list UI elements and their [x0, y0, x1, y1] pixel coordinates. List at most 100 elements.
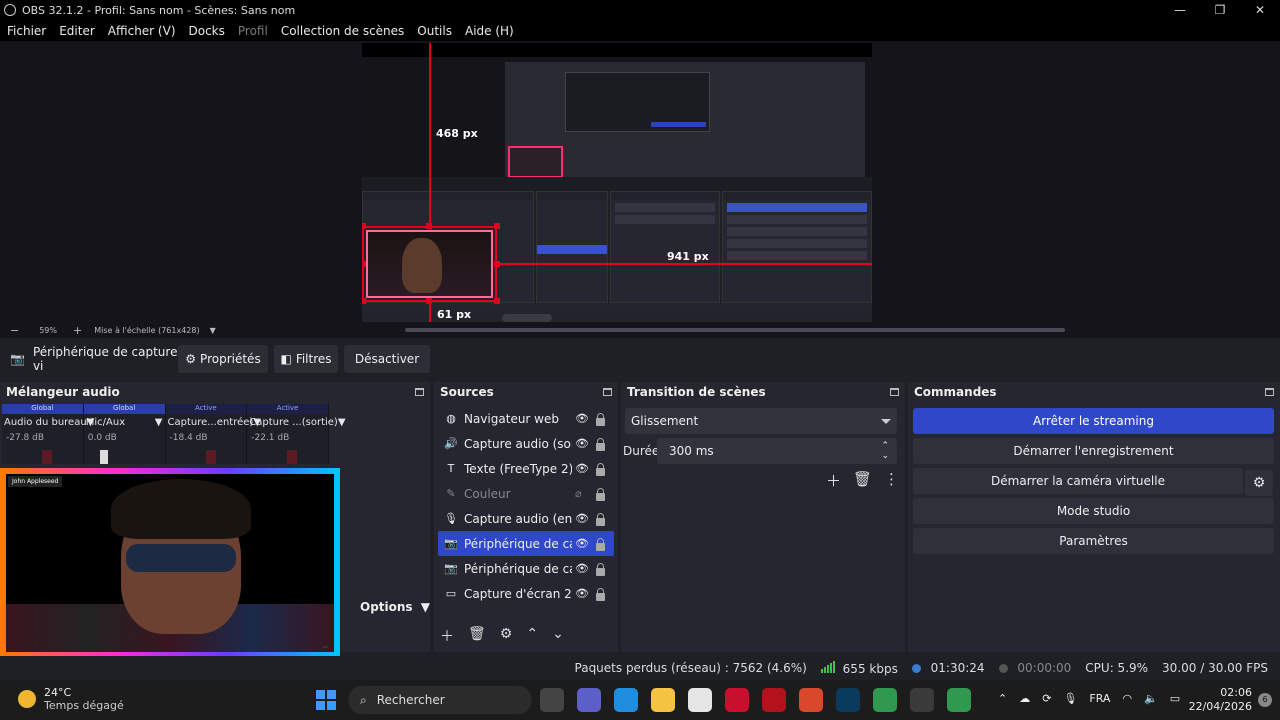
transition-select[interactable]: Glissement [625, 408, 897, 434]
deactivate-button[interactable]: Désactiver [344, 345, 430, 373]
obs-icon[interactable] [910, 688, 934, 712]
undock-icon[interactable] [1265, 388, 1274, 396]
preview-horizontal-scrollbar[interactable] [405, 328, 1065, 332]
resize-handle[interactable] [494, 261, 500, 267]
add-transition-button[interactable]: ＋ [826, 470, 841, 491]
volume-icon[interactable]: 🔈 [1144, 692, 1158, 705]
resize-handle[interactable] [362, 223, 366, 229]
lock-icon[interactable] [596, 588, 605, 601]
resize-handle[interactable] [426, 298, 432, 304]
mcafee-icon[interactable] [762, 688, 786, 712]
close-button[interactable]: ✕ [1240, 0, 1280, 20]
eye-icon[interactable]: 👁 [575, 562, 589, 575]
menu-edit[interactable]: Editer [52, 24, 101, 38]
taskbar-search[interactable]: ⌕ Rechercher [348, 686, 532, 714]
duration-field[interactable]: 300 ms ⌃ ⌄ [657, 438, 897, 464]
studio-mode-button[interactable]: Mode studio [913, 498, 1274, 524]
stop-streaming-button[interactable]: Arrêter le streaming [913, 408, 1274, 434]
remove-source-button[interactable]: 🗑 [468, 626, 486, 646]
resize-handle[interactable] [426, 223, 432, 229]
cloud-icon[interactable]: ☁ [1019, 692, 1030, 705]
chevron-up-icon[interactable]: ⌃ [998, 692, 1007, 705]
eye-icon[interactable]: 👁 [575, 437, 589, 450]
menu-scene-collection[interactable]: Collection de scènes [274, 24, 410, 38]
remove-transition-button[interactable]: 🗑 [853, 470, 872, 491]
undock-icon[interactable] [415, 388, 424, 396]
wifi-icon[interactable]: ◠ [1122, 692, 1132, 705]
eye-icon[interactable]: 👁 [575, 537, 589, 550]
selected-source-box[interactable] [362, 226, 497, 302]
lock-icon[interactable] [596, 438, 605, 451]
source-properties-button[interactable]: ⚙ [500, 626, 513, 646]
menu-tools[interactable]: Outils [410, 24, 458, 38]
eye-icon[interactable]: 👁 [575, 587, 589, 600]
start-virtual-camera-button[interactable]: Démarrer la caméra virtuelle [913, 468, 1243, 494]
settings-button[interactable]: Paramètres [913, 528, 1274, 554]
lock-icon[interactable] [596, 488, 605, 501]
eye-icon[interactable]: 👁 [575, 462, 589, 475]
microphone-icon[interactable]: 🎙 [1063, 692, 1077, 705]
virtual-camera-settings-button[interactable]: ⚙ [1245, 470, 1273, 496]
move-down-button[interactable]: ⌄ [552, 626, 564, 646]
mixer-options-button[interactable]: Options ▼ [360, 600, 430, 614]
add-source-button[interactable]: ＋ [440, 626, 454, 646]
maximize-button[interactable]: ❐ [1200, 0, 1240, 20]
menu-help[interactable]: Aide (H) [458, 24, 520, 38]
properties-button[interactable]: ⚙ Propriétés [178, 345, 268, 373]
menu-view[interactable]: Afficher (V) [101, 24, 182, 38]
preview-canvas[interactable]: 468 px 941 px 61 px [362, 43, 872, 324]
channel-name[interactable]: Audio du bureau ▼ [2, 414, 94, 431]
source-item-selected[interactable]: 📷 Périphérique de capt 👁 [438, 531, 614, 556]
clock[interactable]: 02:06 22/04/2026 [1189, 686, 1252, 714]
eye-icon[interactable]: 👁 [575, 512, 589, 525]
spinner-arrows-icon[interactable]: ⌃ ⌄ [881, 441, 889, 461]
menu-docks[interactable]: Docks [182, 24, 231, 38]
file-explorer-icon[interactable] [651, 688, 675, 712]
resize-handle[interactable] [362, 261, 366, 267]
lock-icon[interactable] [596, 513, 605, 526]
channel-name[interactable]: Mic/Aux ▼ [84, 414, 165, 431]
lock-icon[interactable] [596, 463, 605, 476]
scale-mode-dropdown-icon[interactable]: ▼ [210, 326, 216, 335]
disney-icon[interactable] [836, 688, 860, 712]
language-indicator[interactable]: FRA [1089, 692, 1110, 705]
undock-icon[interactable] [603, 388, 612, 396]
lock-icon[interactable] [596, 413, 605, 426]
app-p-icon[interactable] [799, 688, 823, 712]
weather-widget[interactable]: 24°C Temps dégagé [18, 686, 124, 712]
source-item[interactable]: 📷 Périphérique de capt 👁 [438, 556, 614, 581]
zoom-in-button[interactable]: + [73, 324, 82, 337]
channel-name[interactable]: Capture...entrée) ▼ [166, 414, 262, 431]
move-up-button[interactable]: ⌃ [526, 626, 538, 646]
resize-handle[interactable] [362, 298, 366, 304]
lock-icon[interactable] [596, 538, 605, 551]
chrome-icon[interactable] [873, 688, 897, 712]
sync-icon[interactable]: ⟳ [1042, 692, 1051, 705]
lock-icon[interactable] [596, 563, 605, 576]
undock-icon[interactable] [890, 388, 899, 396]
edge-icon[interactable] [614, 688, 638, 712]
app-l-icon[interactable] [725, 688, 749, 712]
filters-button[interactable]: ◧ Filtres [274, 345, 338, 373]
chrome-profile-icon[interactable] [947, 688, 971, 712]
eye-hidden-icon[interactable]: ⌀ [575, 487, 582, 500]
source-item[interactable]: T Texte (FreeType 2) 👁 [438, 456, 614, 481]
eye-icon[interactable]: 👁 [575, 412, 589, 425]
battery-icon[interactable]: ▭ [1170, 692, 1180, 705]
source-item[interactable]: ▭ Capture d'écran 2 👁 [438, 581, 614, 606]
source-item[interactable]: 🎙 Capture audio (entré 👁 [438, 506, 614, 531]
resize-handle[interactable] [494, 298, 500, 304]
menu-file[interactable]: Fichier [0, 24, 52, 38]
menu-profile[interactable]: Profil [231, 24, 274, 38]
resize-handle[interactable] [494, 223, 500, 229]
task-view-icon[interactable] [540, 688, 564, 712]
source-item[interactable]: 🔊 Capture audio (sortie 👁 [438, 431, 614, 456]
volume-slider-handle[interactable] [99, 450, 108, 464]
teams-icon[interactable] [577, 688, 601, 712]
channel-name[interactable]: Capture ...(sortie) ▼ [247, 414, 345, 431]
store-icon[interactable] [688, 688, 712, 712]
source-item[interactable]: ✎ Couleur ⌀ [438, 481, 614, 506]
start-recording-button[interactable]: Démarrer l'enregistrement [913, 438, 1274, 464]
more-options-button[interactable]: ⋮ [884, 470, 899, 491]
zoom-out-button[interactable]: − [10, 324, 19, 337]
